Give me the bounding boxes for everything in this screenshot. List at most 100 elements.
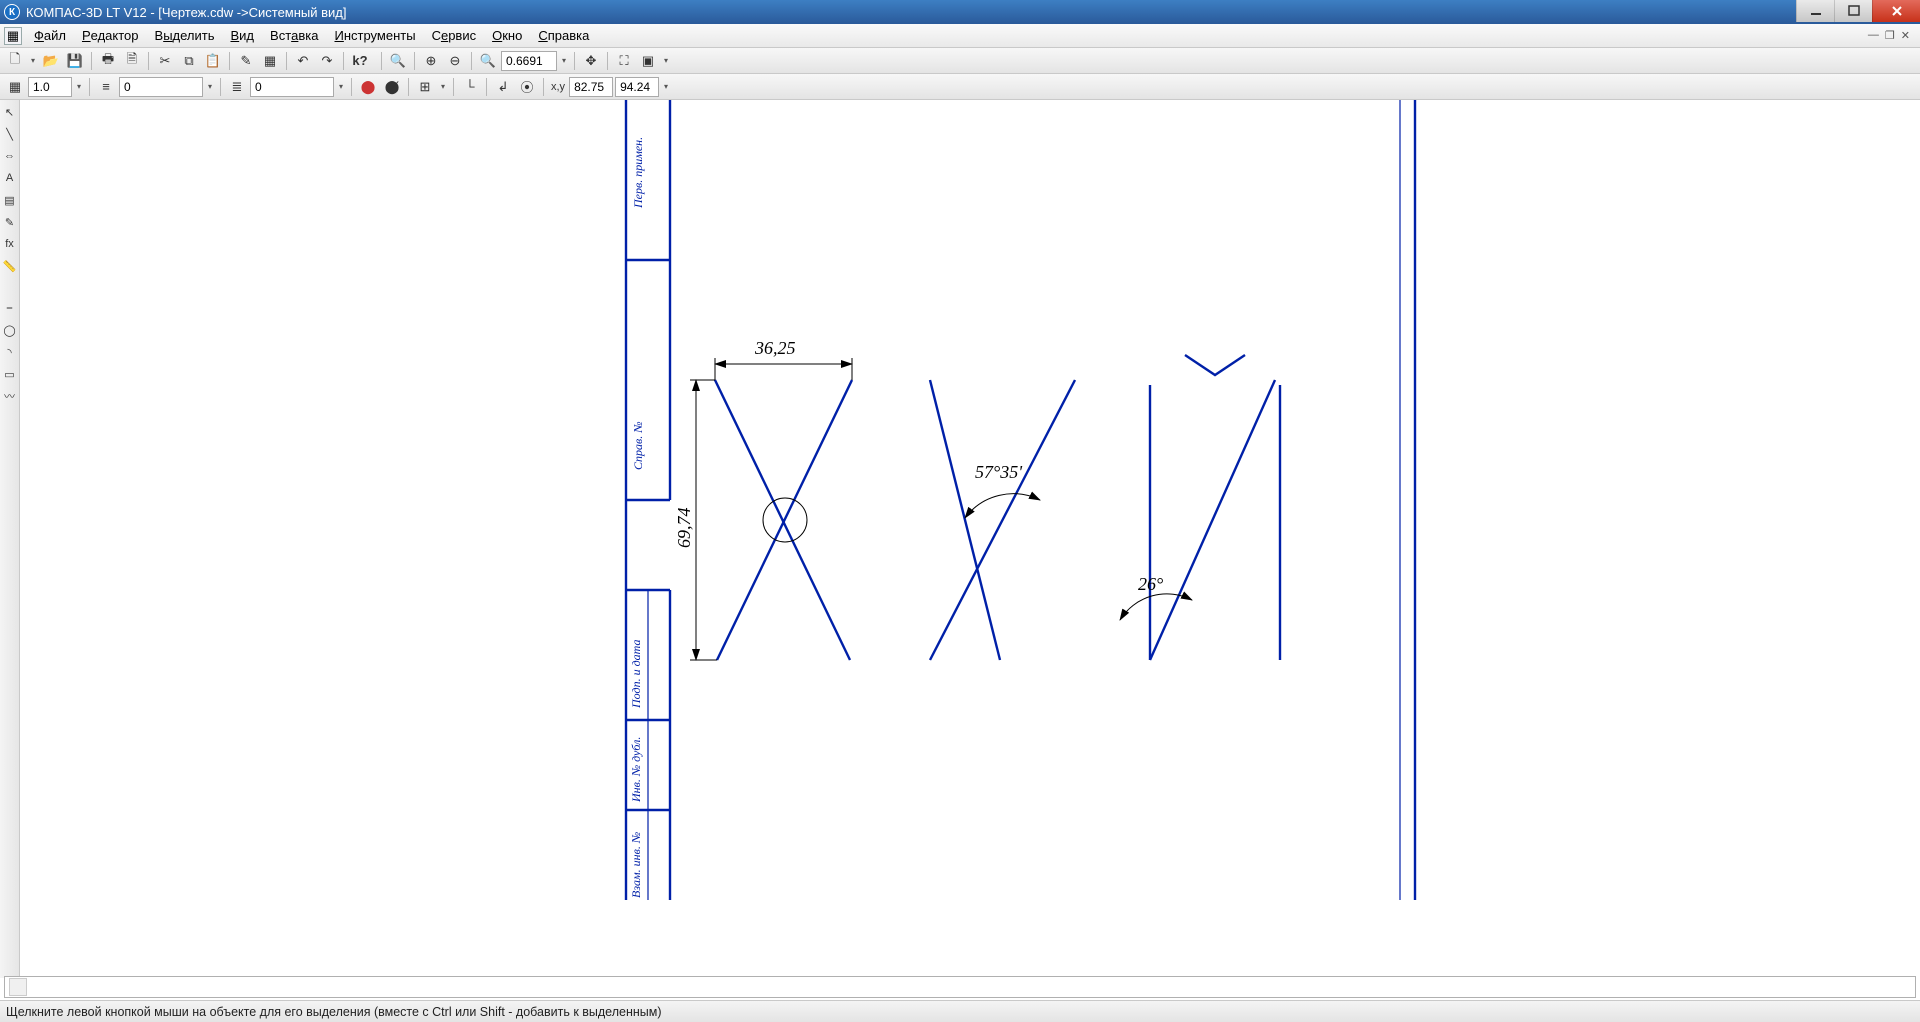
linestyle1-input[interactable]: [119, 77, 203, 97]
preview-button[interactable]: 🗎: [121, 50, 143, 72]
figure-2: 57°35': [930, 380, 1075, 660]
mdi-buttons: — ❐ ✕: [1868, 29, 1916, 42]
toolbar-standard: 🗋▾ 📂 💾 🖶 🗎 ✂ ⧉ 📋 ✎ ▦ ↶ ↷ k? 🔍 ⊕ ⊖ 🔍 ▾ ✥ …: [0, 48, 1920, 74]
tool-dimension[interactable]: ⇔: [2, 148, 18, 164]
layer-icon[interactable]: ≣: [226, 76, 248, 98]
tool-segment[interactable]: ⎯: [2, 300, 18, 316]
command-line[interactable]: [4, 976, 1916, 998]
tool-edit[interactable]: ✎: [2, 214, 18, 230]
menu-edit[interactable]: Редактор: [74, 24, 147, 47]
coord-x-input[interactable]: [569, 77, 613, 97]
redo-button[interactable]: ↷: [316, 50, 338, 72]
app-icon: К: [4, 4, 20, 20]
zoom-window-button[interactable]: 🔍: [387, 50, 409, 72]
menu-help[interactable]: Справка: [530, 24, 597, 47]
new-dropdown[interactable]: ▾: [28, 56, 38, 65]
side-label-0: Перв. примен.: [631, 137, 645, 209]
round-button[interactable]: ⦿: [516, 76, 538, 98]
figure-1: 36,25 69,74: [674, 338, 852, 660]
close-button[interactable]: [1872, 0, 1920, 22]
system-menu-icon[interactable]: ▦: [4, 27, 22, 45]
menu-insert[interactable]: Вставка: [262, 24, 326, 47]
snap-magnet-button[interactable]: ⬤: [357, 76, 379, 98]
dim-angle3: 26°: [1138, 574, 1163, 594]
zoom-scale-button[interactable]: 🔍: [477, 50, 499, 72]
properties-button[interactable]: ✎: [235, 50, 257, 72]
linestyle1-icon[interactable]: ≡: [95, 76, 117, 98]
side-label-4: Взам. инв. №: [629, 832, 643, 898]
vertical-toolbox: ↖ ╲ ⇔ A ▤ ✎ fx 📏 ⎯ ◯ ◝ ▭ 〰: [0, 100, 20, 978]
grid-button[interactable]: ⊞: [414, 76, 436, 98]
open-button[interactable]: 📂: [40, 50, 62, 72]
title-block-side: Перв. примен. Справ. № Подп. и дата Инв.…: [626, 100, 670, 900]
tool-measure[interactable]: 📏: [2, 258, 18, 274]
toolbar-state: ▦ ▾ ≡ ▾ ≣ ▾ ⬤ ⬤̸ ⊞▾ └ ↲ ⦿ x,y ▾: [0, 74, 1920, 100]
undo-button[interactable]: ↶: [292, 50, 314, 72]
dim-angle2: 57°35': [975, 462, 1023, 482]
view-dropdown[interactable]: ▾: [661, 56, 671, 65]
copy-props-button[interactable]: ▦: [259, 50, 281, 72]
tool-text[interactable]: A: [2, 170, 18, 186]
zoom-fit-button[interactable]: ⛶: [613, 50, 635, 72]
snap-off-button[interactable]: ⬤̸: [381, 76, 403, 98]
workarea: ↖ ╲ ⇔ A ▤ ✎ fx 📏 ⎯ ◯ ◝ ▭ 〰: [0, 100, 1920, 978]
copy-button[interactable]: ⧉: [178, 50, 200, 72]
coord-dropdown[interactable]: ▾: [661, 82, 671, 91]
zoom-in-button[interactable]: ⊕: [420, 50, 442, 72]
coord-y-input[interactable]: [615, 77, 659, 97]
menu-window[interactable]: Окно: [484, 24, 530, 47]
cut-button[interactable]: ✂: [154, 50, 176, 72]
tool-arc[interactable]: ◝: [2, 344, 18, 360]
local-cs-button[interactable]: ↲: [492, 76, 514, 98]
step-input[interactable]: [28, 77, 72, 97]
mdi-minimize-button[interactable]: —: [1868, 29, 1879, 42]
mdi-close-button[interactable]: ✕: [1901, 29, 1910, 42]
tool-pointer[interactable]: ↖: [2, 104, 18, 120]
figure-3: 26°: [1120, 355, 1280, 660]
menu-view[interactable]: Вид: [223, 24, 263, 47]
zoom-out-button[interactable]: ⊖: [444, 50, 466, 72]
snap-step-icon[interactable]: ▦: [4, 76, 26, 98]
layer-dropdown[interactable]: ▾: [336, 82, 346, 91]
tool-circle[interactable]: ◯: [2, 322, 18, 338]
print-button[interactable]: 🖶: [97, 50, 119, 72]
linestyle1-dropdown[interactable]: ▾: [205, 82, 215, 91]
zoom-all-button[interactable]: ▣: [637, 50, 659, 72]
canvas[interactable]: Перв. примен. Справ. № Подп. и дата Инв.…: [20, 100, 1920, 978]
mdi-restore-button[interactable]: ❐: [1885, 29, 1895, 42]
new-button[interactable]: 🗋: [4, 50, 26, 72]
pan-button[interactable]: ✥: [580, 50, 602, 72]
menu-select[interactable]: Выделить: [147, 24, 223, 47]
maximize-button[interactable]: [1834, 0, 1872, 22]
dim-width: 36,25: [754, 338, 796, 358]
tool-line[interactable]: ╲: [2, 126, 18, 142]
menu-tools[interactable]: Инструменты: [327, 24, 424, 47]
help-context-button[interactable]: k?: [349, 50, 371, 72]
layer-input[interactable]: [250, 77, 334, 97]
minimize-button[interactable]: [1796, 0, 1834, 22]
step-dropdown[interactable]: ▾: [74, 82, 84, 91]
side-label-3: Инв. № дубл.: [629, 737, 643, 803]
zoom-dropdown[interactable]: ▾: [559, 56, 569, 65]
ortho-button[interactable]: └: [459, 76, 481, 98]
tool-rect[interactable]: ▭: [2, 366, 18, 382]
statusbar: Щелкните левой кнопкой мыши на объекте д…: [0, 1000, 1920, 1022]
tool-hatch[interactable]: ▤: [2, 192, 18, 208]
dim-height: 69,74: [674, 508, 694, 549]
grid-dropdown[interactable]: ▾: [438, 82, 448, 91]
status-text: Щелкните левой кнопкой мыши на объекте д…: [6, 1005, 662, 1019]
tool-param[interactable]: fx: [2, 236, 18, 252]
window-buttons: [1796, 0, 1920, 24]
menu-service[interactable]: Сервис: [424, 24, 485, 47]
tool-spline[interactable]: 〰: [2, 388, 18, 404]
zoom-value-input[interactable]: [501, 51, 557, 71]
side-label-1: Справ. №: [631, 421, 645, 470]
save-button[interactable]: 💾: [64, 50, 86, 72]
menu-file[interactable]: ФФайлайл: [26, 24, 74, 47]
side-label-2: Подп. и дата: [629, 640, 643, 709]
drawing-canvas[interactable]: Перв. примен. Справ. № Подп. и дата Инв.…: [20, 100, 1920, 980]
window-title: КОМПАС-3D LT V12 - [Чертеж.cdw ->Системн…: [26, 5, 1796, 20]
titlebar: К КОМПАС-3D LT V12 - [Чертеж.cdw ->Систе…: [0, 0, 1920, 24]
coord-label: x,y: [549, 81, 567, 93]
paste-button[interactable]: 📋: [202, 50, 224, 72]
